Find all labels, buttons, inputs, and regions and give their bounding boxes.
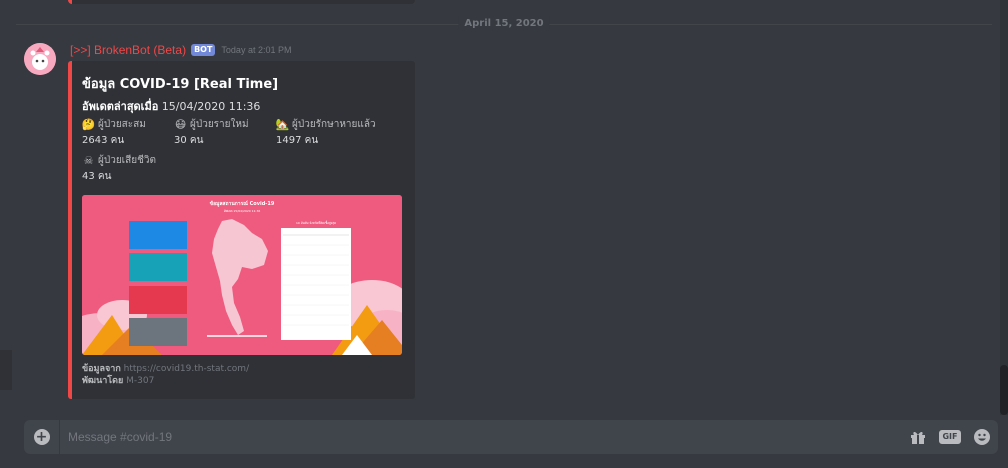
image-subtitle: อัพเดต 15/04/2020 11:36 — [224, 209, 261, 213]
gift-icon — [911, 431, 925, 444]
updated-label: อัพเดตล่าสุดเมื่อ — [82, 100, 159, 113]
bot-tag: BOT — [191, 44, 216, 56]
bot-avatar[interactable] — [24, 43, 56, 75]
smiley-icon — [974, 429, 990, 445]
embed-updated: อัพเดตล่าสุดเมื่อ 15/04/2020 11:36 — [82, 97, 260, 115]
embed-footer: ข้อมูลจาก https://covid19.th-stat.com/ พ… — [82, 363, 249, 387]
field-recovered: 🏡 ผู้ป่วยรักษาหายแล้ว 1497 คน — [276, 117, 406, 148]
field-deaths: ☠ ผู้ป่วยเสียชีวิต 43 คน — [82, 153, 182, 184]
covid-embed: ข้อมูล COVID-19 [Real Time] อัพเดตล่าสุด… — [68, 61, 415, 399]
footer-source-label: ข้อมูลจาก — [82, 364, 121, 374]
field-name: ผู้ป่วยเสียชีวิต — [98, 154, 156, 166]
scrollbar-track[interactable] — [1000, 0, 1008, 415]
gift-button[interactable] — [902, 420, 934, 454]
gif-icon: GIF — [939, 430, 961, 444]
field-name: ผู้ป่วยรายใหม่ — [190, 118, 249, 130]
footer-dev-value: M-307 — [126, 376, 155, 386]
field-value: 2643 คน — [82, 135, 125, 146]
embed-image[interactable]: ข้อมูลสถานการณ์ Covid-19 อัพเดต 15/04/20… — [82, 195, 402, 355]
footer-source-link[interactable]: https://covid19.th-stat.com/ — [124, 364, 249, 374]
field-name: ผู้ป่วยสะสม — [98, 118, 146, 130]
footer-dev-label: พัฒนาโดย — [82, 376, 124, 386]
message-header: [>>] BrokenBot (Beta) BOT Today at 2:01 … — [70, 43, 291, 57]
field-value: 43 คน — [82, 171, 112, 182]
message-input[interactable] — [60, 430, 902, 444]
attach-button[interactable]: + — [24, 420, 60, 454]
emoji-button[interactable] — [966, 420, 998, 454]
bot-username[interactable]: [>>] BrokenBot (Beta) — [70, 43, 186, 57]
field-new-cases: 😷 ผู้ป่วยรายใหม่ 30 คน — [174, 117, 274, 148]
field-value: 1497 คน — [276, 135, 319, 146]
sidebar-edge — [0, 350, 12, 390]
date-divider-label: April 15, 2020 — [458, 18, 550, 29]
embed-title: ข้อมูล COVID-19 [Real Time] — [82, 77, 279, 92]
mask-face-icon: 😷 — [174, 117, 187, 131]
plus-icon: + — [33, 429, 50, 445]
house-icon: 🏡 — [275, 117, 290, 131]
gif-button[interactable]: GIF — [934, 420, 966, 454]
image-title: ข้อมูลสถานการณ์ Covid-19 — [210, 200, 275, 208]
field-total-cases: 🤔 ผู้ป่วยสะสม 2643 คน — [82, 117, 182, 148]
field-name: ผู้ป่วยรักษาหายแล้ว — [292, 118, 376, 130]
message-timestamp: Today at 2:01 PM — [221, 45, 292, 55]
previous-embed-edge — [68, 0, 415, 4]
scrollbar-thumb[interactable] — [1000, 365, 1008, 415]
skull-icon: ☠ — [83, 153, 94, 167]
confused-face-icon: 🤔 — [81, 117, 96, 131]
field-value: 30 คน — [174, 135, 204, 146]
updated-value: 15/04/2020 11:36 — [161, 100, 261, 113]
message-composer: + GIF — [24, 420, 998, 454]
